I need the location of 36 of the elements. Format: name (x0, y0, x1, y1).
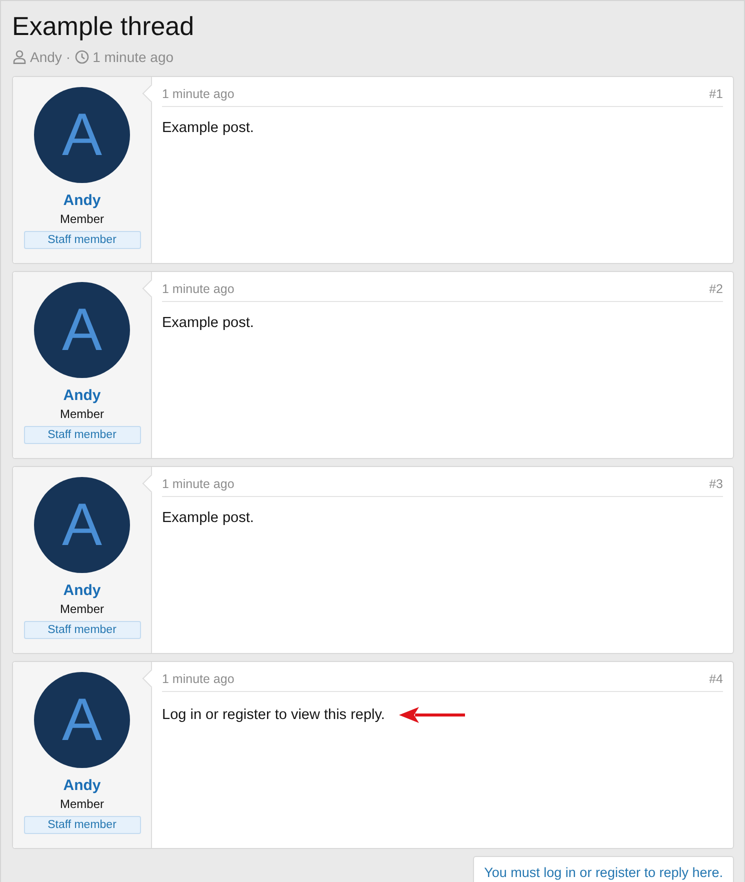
user-icon (13, 50, 26, 64)
avatar[interactable]: A (34, 87, 130, 183)
post-number[interactable]: #3 (709, 477, 723, 491)
post-time[interactable]: 1 minute ago (162, 282, 234, 296)
staff-badge: Staff member (24, 231, 140, 249)
thread-title: Example thread (12, 11, 196, 41)
username-link[interactable]: Andy (63, 192, 101, 209)
staff-badge: Staff member (24, 621, 140, 639)
author-link[interactable]: Andy (30, 49, 62, 65)
post-number[interactable]: #2 (709, 282, 723, 296)
post-time[interactable]: 1 minute ago (162, 87, 234, 101)
post-number[interactable]: #4 (709, 672, 723, 686)
post-time[interactable]: 1 minute ago (162, 672, 234, 686)
clock-icon (74, 50, 89, 64)
avatar[interactable]: A (34, 477, 130, 573)
staff-badge: Staff member (24, 426, 140, 444)
post-body: Example post. (162, 510, 254, 526)
post-number[interactable]: #1 (709, 87, 723, 101)
post-time[interactable]: 1 minute ago (162, 477, 234, 491)
avatar[interactable]: A (34, 672, 130, 768)
user-role: Member (60, 602, 104, 616)
login-notice-link[interactable]: You must log in or register to reply here. (473, 856, 734, 882)
thread-time: 1 minute ago (92, 49, 174, 65)
username-link[interactable]: Andy (63, 777, 101, 794)
staff-badge: Staff member (24, 816, 140, 834)
user-role: Member (60, 212, 104, 226)
post-body: Log in or register to view this reply. (162, 707, 385, 723)
user-role: Member (60, 797, 104, 811)
username-link[interactable]: Andy (63, 387, 101, 404)
user-role: Member (60, 407, 104, 421)
separator-dot: · (66, 49, 71, 65)
post-body: Example post. (162, 315, 254, 331)
arrow-icon (396, 705, 467, 725)
avatar[interactable]: A (34, 282, 130, 378)
username-link[interactable]: Andy (63, 582, 101, 599)
post-body: Example post. (162, 120, 254, 136)
